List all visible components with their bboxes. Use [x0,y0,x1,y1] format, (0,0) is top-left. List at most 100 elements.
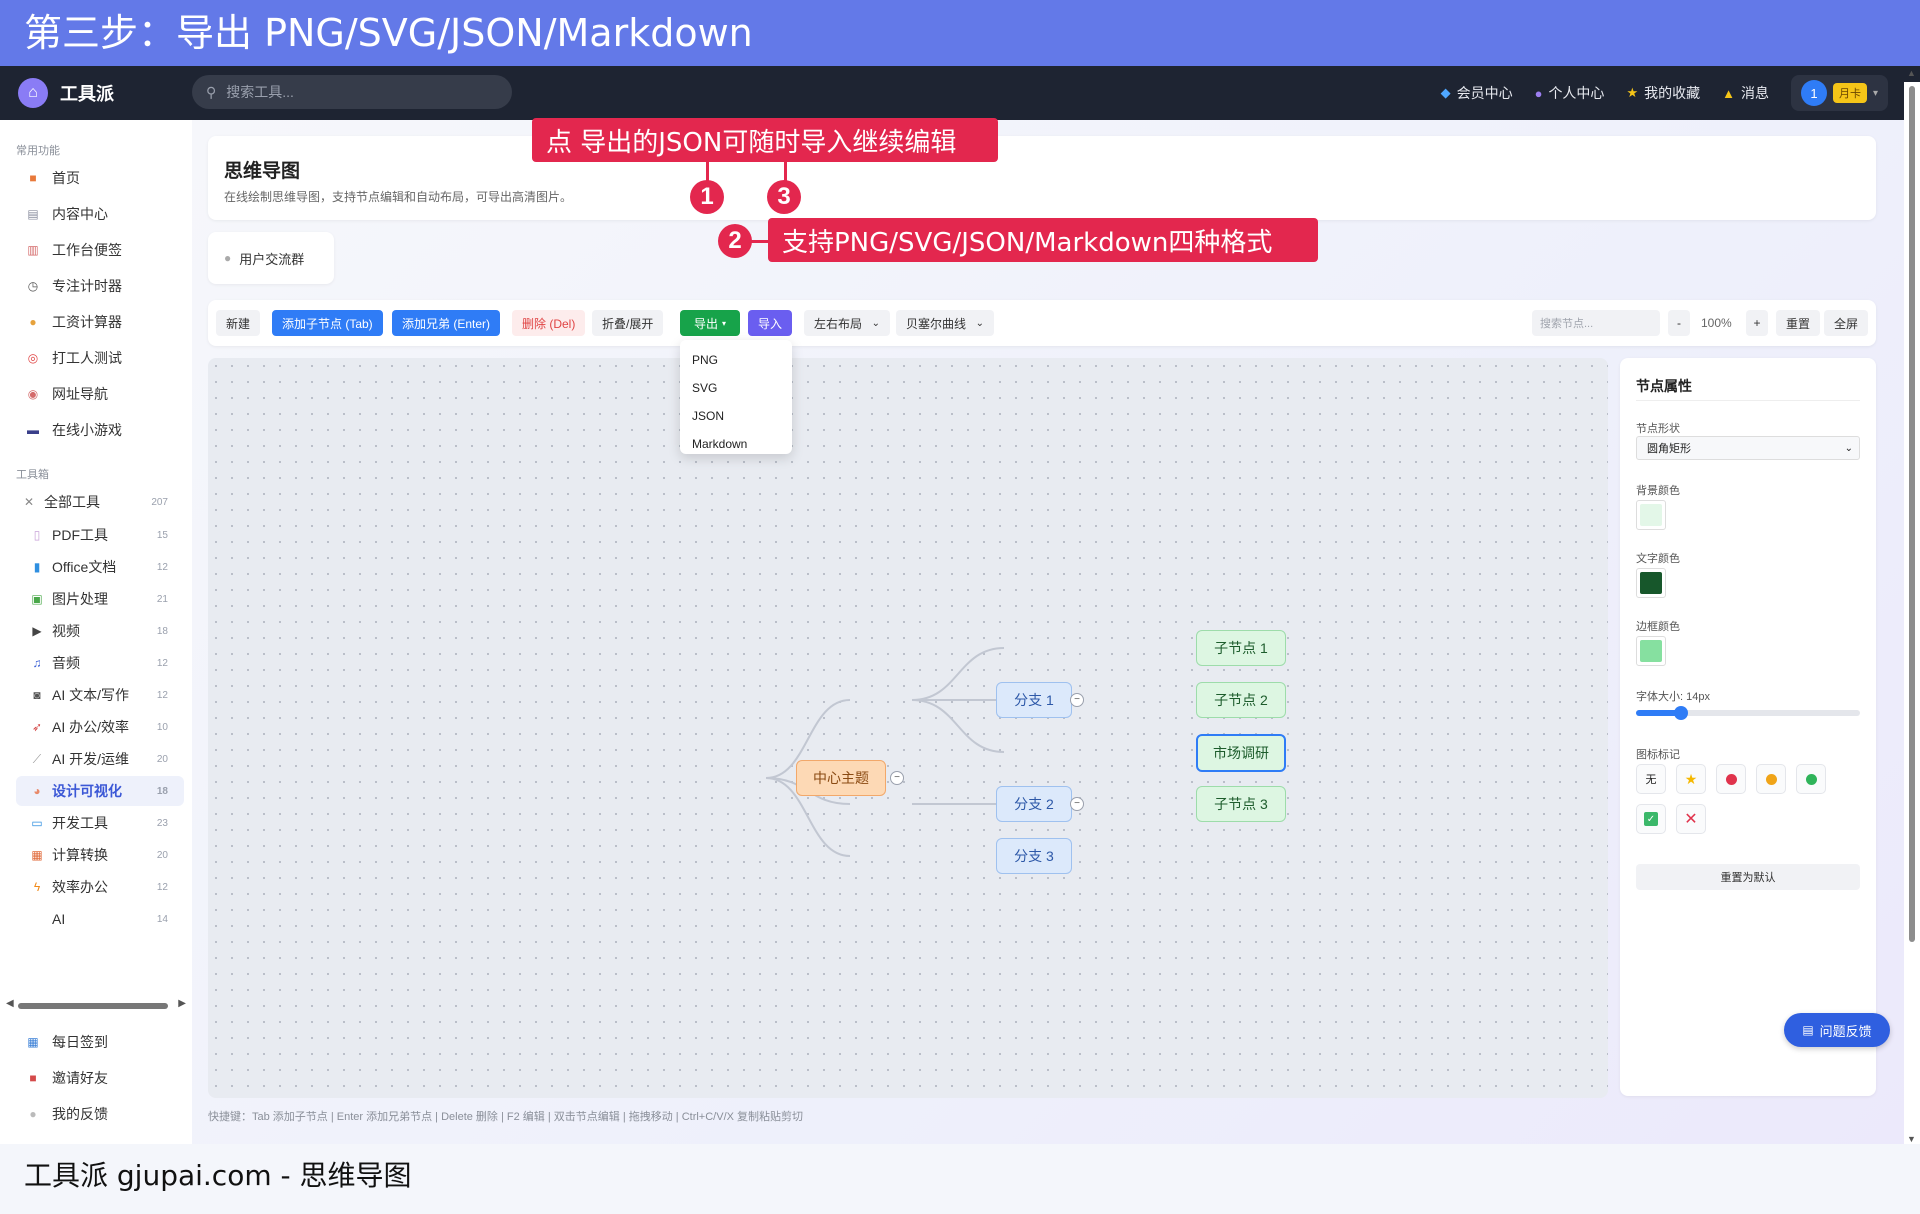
node-search-input[interactable]: 搜索节点... [1532,310,1660,336]
nav-right: ◆ 会员中心 ● 个人中心 ★ 我的收藏 ▲ 消息 1 月卡 ▾ [1441,66,1888,120]
gamepad-icon: ▬ [27,423,39,437]
content-icon: ▤ [27,207,39,221]
sidebar-item-salary[interactable]: ● 工资计算器 [26,312,122,332]
sidebar-item-checkin[interactable]: ▦ 每日签到 [26,1032,108,1052]
border-color-picker[interactable] [1636,636,1666,666]
icon-red-button[interactable] [1716,764,1746,794]
scrollbar-thumb[interactable] [1909,86,1915,942]
sidebar-item-dev-tools[interactable]: ▭ 开发工具 23 [16,808,184,838]
collapse-toggle[interactable]: − [1070,797,1084,811]
node-center[interactable]: 中心主题 [796,760,886,796]
sidebar-item-ai-dev[interactable]: ⟋ AI 开发/运维 20 [16,744,184,774]
export-png-option[interactable]: PNG [680,346,792,374]
import-button[interactable]: 导入 [748,310,793,336]
add-child-button[interactable]: 添加子节点 (Tab) [272,310,383,336]
sidebar-item-feedback[interactable]: ● 我的反馈 [26,1104,108,1124]
bg-color-picker[interactable] [1636,500,1666,530]
page-subtitle: 在线绘制思维导图，支持节点编辑和自动布局，可导出高清图片。 [224,190,573,204]
node-leaf-selected[interactable]: 市场调研 [1196,734,1286,772]
scroll-right-icon[interactable]: ▶ [178,998,186,1009]
fullscreen-button[interactable]: 全屏 [1824,310,1869,336]
user-menu[interactable]: 1 月卡 ▾ [1790,75,1888,111]
sidebar-item-home[interactable]: ■ 首页 [26,168,80,188]
page-vertical-scrollbar[interactable]: ▲ ▼ [1904,68,1920,1144]
tool-count: 23 [156,817,168,829]
sidebar-horizontal-scrollbar[interactable]: ◀ ▶ [6,998,186,1012]
nav-messages[interactable]: ▲ 消息 [1722,83,1769,103]
sidebar-item-efficiency[interactable]: ϟ 效率办公 12 [16,872,184,902]
reset-view-button[interactable]: 重置 [1776,310,1821,336]
sidebar-item-ai-writing[interactable]: ◙ AI 文本/写作 12 [16,680,184,710]
mindmap-canvas[interactable]: 中心主题 − 分支 1 − 分支 2 − 分支 3 子节点 1 子节点 2 市场… [208,358,1608,1098]
sidebar-item-image[interactable]: ▣ 图片处理 21 [16,584,184,614]
icon-check-button[interactable]: ✓ [1636,804,1666,834]
collapse-button[interactable]: 折叠/展开 [592,310,664,336]
node-leaf-1[interactable]: 子节点 1 [1196,630,1286,666]
layout-select[interactable]: 左右布局 ⌄ [804,310,890,336]
font-size-slider[interactable] [1636,706,1860,720]
sidebar-item-ai-office[interactable]: ➶ AI 办公/效率 10 [16,712,184,742]
node-leaf-2[interactable]: 子节点 2 [1196,682,1286,718]
nav-favorites[interactable]: ★ 我的收藏 [1626,83,1700,103]
new-button[interactable]: 新建 [216,310,261,336]
feedback-button[interactable]: ▤ 问题反馈 [1784,1013,1890,1047]
user-group-button[interactable]: ● 用户交流群 [208,232,334,284]
node-branch-2[interactable]: 分支 2 [996,786,1072,822]
scroll-up-icon[interactable]: ▲ [1907,68,1916,78]
icon-star-button[interactable]: ★ [1676,764,1706,794]
office-icon: ▮ [33,560,41,574]
node-leaf-3[interactable]: 子节点 3 [1196,786,1286,822]
sidebar-item-design[interactable]: ◕ 设计可视化 18 [16,776,184,806]
scrollbar-thumb[interactable] [18,1003,168,1009]
scroll-down-icon[interactable]: ▼ [1907,1134,1916,1144]
zoom-out-button[interactable]: - [1668,310,1690,336]
home-icon: ■ [29,171,37,185]
sidebar-item-content[interactable]: ▤ 内容中心 [26,204,108,224]
money-icon: ● [29,315,37,329]
nav-personal-center[interactable]: ● 个人中心 [1535,83,1605,103]
sidebar-item-office[interactable]: ▮ Office文档 12 [16,552,184,582]
tool-count: 12 [156,689,168,701]
sidebar-item-notes[interactable]: ▥ 工作台便签 [26,240,122,260]
export-json-option[interactable]: JSON [680,402,792,430]
sidebar-item-video[interactable]: ▶ 视频 18 [16,616,184,646]
collapse-toggle[interactable]: − [890,771,904,785]
icon-green-button[interactable] [1796,764,1826,794]
logo-icon[interactable]: ⌂ [18,78,48,108]
collapse-toggle[interactable]: − [1070,693,1084,707]
sidebar-item-all-tools[interactable]: ✕ 全部工具 207 [16,487,184,517]
curve-value: 贝塞尔曲线 [906,316,967,331]
icon-none-button[interactable]: 无 [1636,764,1666,794]
text-color-picker[interactable] [1636,568,1666,598]
sidebar-item-pdf[interactable]: ▯ PDF工具 15 [16,520,184,550]
step-marker-1: 1 [690,180,724,214]
export-markdown-option[interactable]: Markdown [680,430,792,458]
export-button[interactable]: 导出 ▾ [680,310,740,336]
sidebar-item-audio[interactable]: ♫ 音频 12 [16,648,184,678]
sidebar-item-games[interactable]: ▬ 在线小游戏 [26,420,122,440]
zoom-in-button[interactable]: + [1746,310,1768,336]
icon-cross-button[interactable]: ✕ [1676,804,1706,834]
nav-label: 个人中心 [1548,85,1605,101]
sidebar-item-navigation[interactable]: ◉ 网址导航 [26,384,108,404]
scroll-left-icon[interactable]: ◀ [6,998,14,1009]
add-sibling-button[interactable]: 添加兄弟 (Enter) [392,310,501,336]
delete-button[interactable]: 删除 (Del) [512,310,586,336]
node-branch-1[interactable]: 分支 1 [996,682,1072,718]
curve-select[interactable]: 贝塞尔曲线 ⌄ [896,310,994,336]
sidebar-item-calc[interactable]: ▦ 计算转换 20 [16,840,184,870]
sidebar-item-invite[interactable]: ■ 邀请好友 [26,1068,108,1088]
shape-select[interactable]: 圆角矩形 ⌄ [1636,436,1860,460]
callout-import-json: 点 导出的JSON可随时导入继续编辑 [532,118,998,162]
sidebar-item-test[interactable]: ◎ 打工人测试 [26,348,122,368]
search-input[interactable]: ⚲ 搜索工具... [192,75,512,109]
reset-default-button[interactable]: 重置为默认 [1636,864,1860,890]
sidebar-item-ai[interactable]: AI 14 [16,904,184,934]
slider-handle[interactable] [1674,706,1688,720]
sidebar-item-timer[interactable]: ◷ 专注计时器 [26,276,122,296]
nav-vip-center[interactable]: ◆ 会员中心 [1441,83,1513,103]
icon-orange-button[interactable] [1756,764,1786,794]
export-svg-option[interactable]: SVG [680,374,792,402]
brand-name[interactable]: 工具派 [60,80,114,106]
node-branch-3[interactable]: 分支 3 [996,838,1072,874]
